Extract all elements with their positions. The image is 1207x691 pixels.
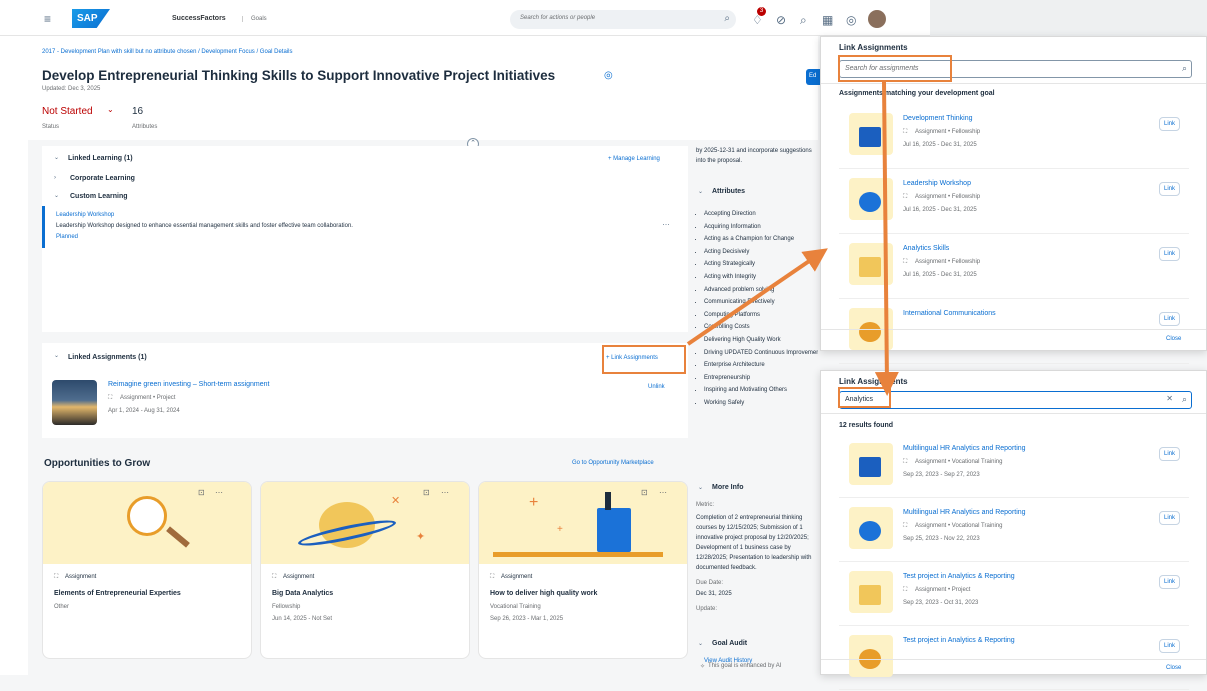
arrow-to-dialog [686,248,828,346]
arrow-to-search [874,81,899,396]
annotation-arrows [686,81,899,396]
